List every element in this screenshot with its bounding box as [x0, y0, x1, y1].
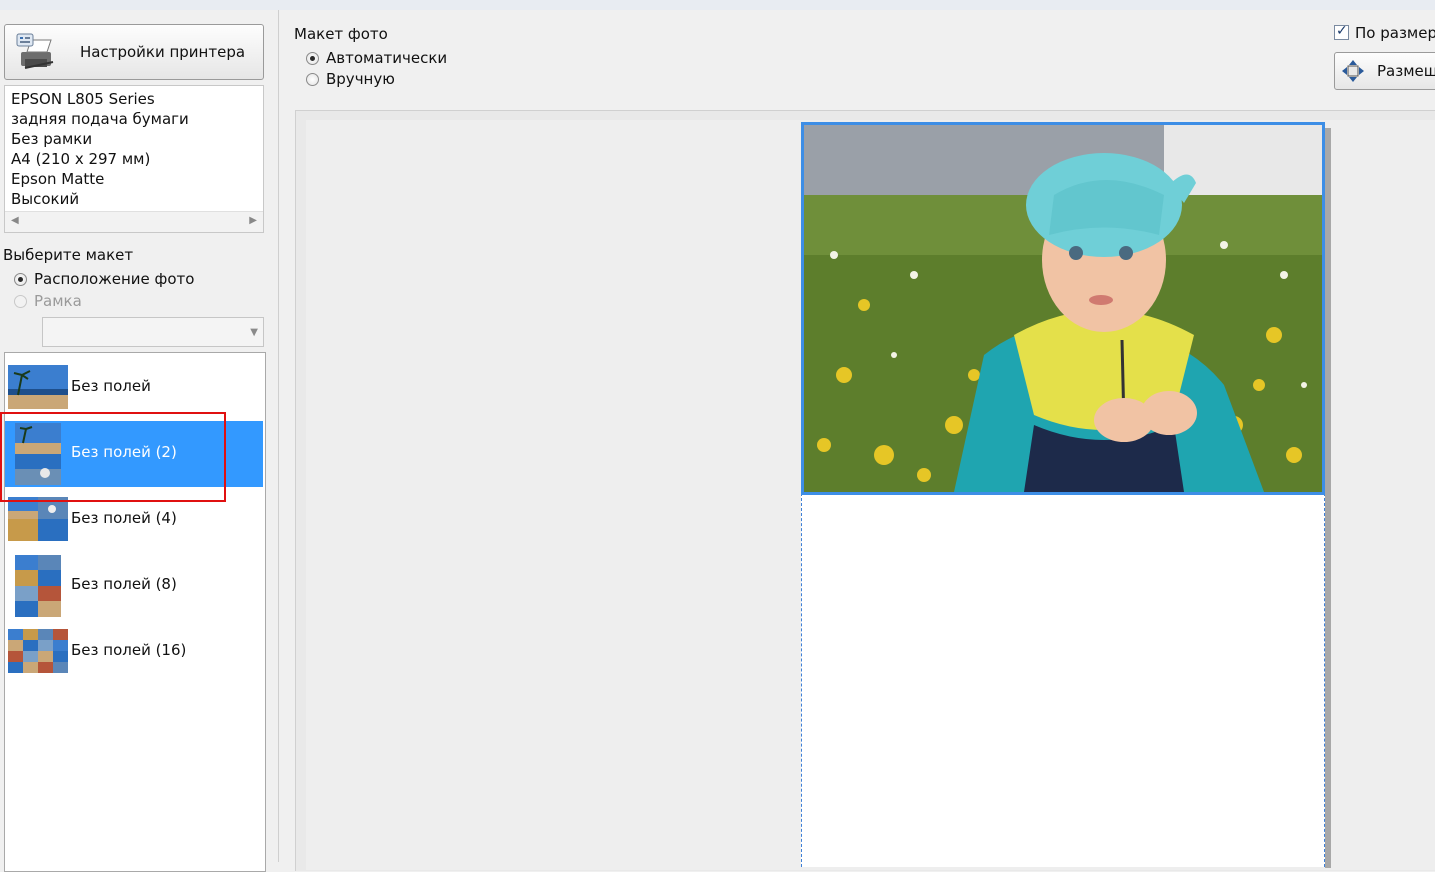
border-setting: Без рамки	[11, 130, 93, 148]
photo-layout-label: Макет фото	[294, 25, 388, 43]
scroll-right-icon[interactable]: ▶	[249, 215, 257, 226]
layout-item-label: Без полей (16)	[71, 641, 187, 659]
chevron-down-icon: ▼	[250, 327, 258, 338]
page-shadow	[1325, 128, 1331, 868]
radio-photo-layout-label[interactable]: Расположение фото	[34, 270, 194, 288]
radio-frame-label: Рамка	[34, 292, 82, 310]
layout-thumb-4	[8, 497, 68, 541]
radio-manual[interactable]	[306, 73, 319, 86]
layout-item-label: Без полей	[71, 377, 151, 395]
layout-item-borderless-16[interactable]: Без полей (16)	[5, 619, 263, 685]
fit-checkbox[interactable]: ✓	[1334, 23, 1349, 40]
radio-photo-layout[interactable]	[14, 273, 27, 286]
printer-model: EPSON L805 Series	[11, 90, 155, 108]
fit-checkbox-label[interactable]: По размер	[1355, 24, 1435, 42]
scroll-left-icon[interactable]: ◀	[11, 215, 19, 226]
photo-preview[interactable]	[801, 122, 1325, 495]
photo-image	[804, 125, 1322, 492]
print-quality: Высокий	[11, 190, 80, 208]
place-button-label: Размещ	[1377, 62, 1435, 80]
radio-manual-label[interactable]: Вручную	[326, 70, 395, 88]
layout-item-label: Без полей (8)	[71, 575, 177, 593]
info-horizontal-scrollbar[interactable]: ◀ ▶	[5, 211, 263, 232]
radio-auto-label[interactable]: Автоматически	[326, 49, 447, 67]
move-arrows-icon	[1342, 60, 1364, 82]
printer-settings-label: Настройки принтера	[80, 43, 246, 61]
layout-item-borderless-8[interactable]: Без полей (8)	[5, 553, 263, 619]
radio-auto[interactable]	[306, 52, 319, 65]
layout-thumb-8	[15, 555, 61, 617]
paper-type: Epson Matte	[11, 170, 105, 188]
paper-size: A4 (210 x 297 мм)	[11, 150, 151, 168]
checkmark-icon: ✓	[1336, 23, 1348, 39]
radio-frame	[14, 295, 27, 308]
choose-layout-label: Выберите макет	[3, 246, 134, 264]
layout-thumb-16	[8, 629, 68, 673]
paper-source: задняя подача бумаги	[11, 110, 189, 128]
printer-settings-button[interactable]: Настройки принтера	[4, 24, 264, 80]
layout-thumb-1	[8, 365, 68, 409]
frame-dropdown: ▼	[42, 317, 264, 347]
place-button[interactable]: Размещ	[1334, 52, 1435, 90]
printer-icon	[16, 33, 54, 69]
highlight-box	[0, 412, 226, 502]
layout-item-label: Без полей (4)	[71, 509, 177, 527]
printer-info-box: EPSON L805 Series задняя подача бумаги Б…	[4, 85, 264, 233]
